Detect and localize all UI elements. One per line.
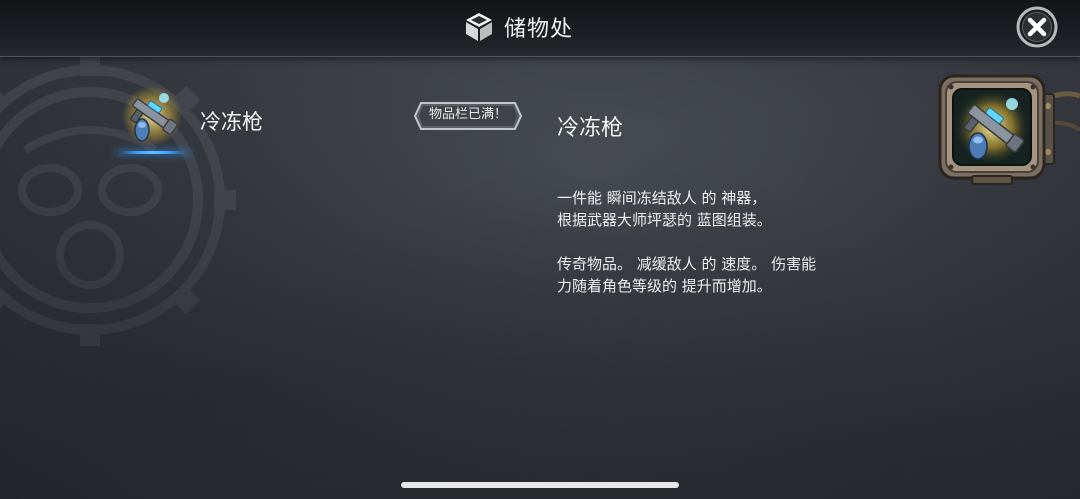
item-name: 冷冻枪: [200, 110, 263, 134]
inventory-item-freeze-gun[interactable]: 冷冻枪: [116, 84, 356, 160]
detail-description: 一件能 瞬间冻结敌人 的 神器， 根据武器大师坪瑟的 蓝图组装。 传奇物品。 减…: [557, 187, 887, 297]
header-title-group: 储物处: [464, 10, 573, 44]
freeze-gun-preview-icon: [938, 74, 1080, 185]
freeze-gun-icon: [122, 86, 182, 146]
storage-box-icon: [466, 13, 492, 41]
close-icon: [1016, 6, 1058, 48]
badge-text: 物品栏已满！: [428, 107, 507, 122]
item-preview-monitor: [936, 70, 1080, 190]
inventory-full-badge: 物品栏已满！: [413, 101, 523, 131]
freeze-gun-thumbnail: [120, 84, 184, 148]
header-bar: 储物处: [0, 0, 1080, 57]
close-button[interactable]: [1016, 6, 1058, 48]
description-paragraph: 一件能 瞬间冻结敌人 的 神器， 根据武器大师坪瑟的 蓝图组装。: [557, 189, 772, 229]
description-paragraph: 传奇物品。 减缓敌人 的 速度。 伤害能 力随着角色等级的 提升而增加。: [557, 255, 817, 295]
page-title: 储物处: [504, 17, 574, 42]
selected-indicator: [116, 151, 190, 154]
detail-title: 冷冻枪: [557, 116, 624, 141]
home-indicator[interactable]: [401, 482, 679, 488]
